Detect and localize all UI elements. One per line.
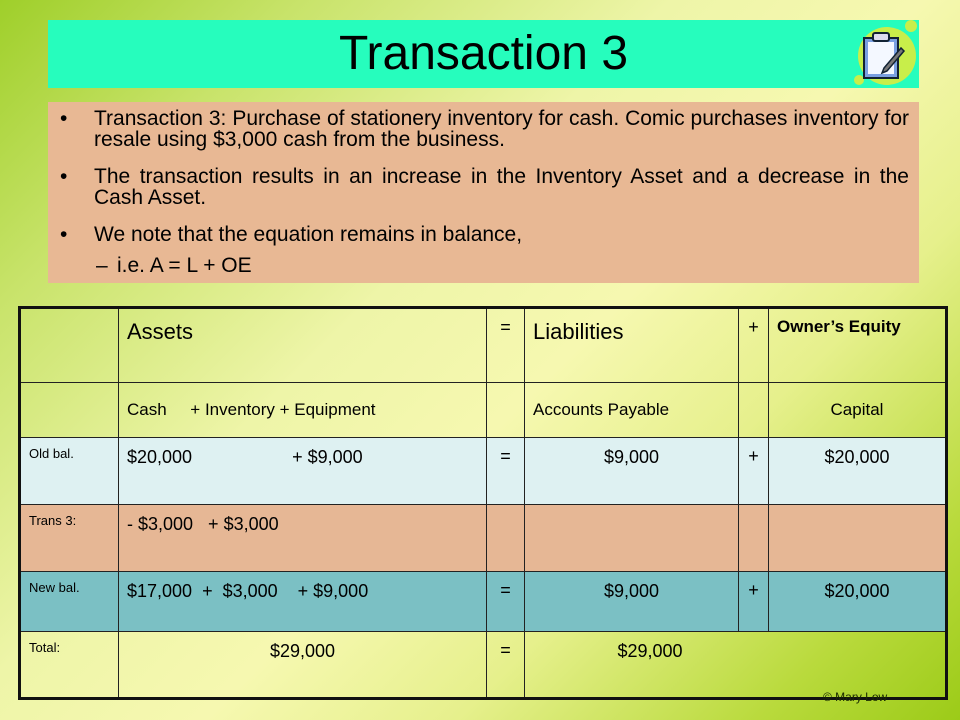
assets-value: $17,000 + $3,000 + $9,000 [118, 571, 487, 632]
equals-sign: = [486, 307, 525, 383]
liabilities-value: $9,000 [524, 571, 739, 632]
bullet-item: Transaction 3: Purchase of stationery in… [60, 108, 909, 150]
bullet-item: We note that the equation remains in bal… [60, 224, 909, 245]
cell [486, 382, 525, 438]
row-label: Trans 3: [19, 504, 119, 572]
table-row: New bal. $17,000 + $3,000 + $9,000 = $9,… [19, 571, 947, 632]
bullet-list: Transaction 3: Purchase of stationery in… [48, 102, 919, 283]
assets-header: Assets [118, 307, 487, 383]
plus-sign: + [738, 307, 769, 383]
title-bar: Transaction 3 [48, 20, 919, 88]
liabilities-value: $9,000 [524, 437, 739, 505]
copyright-notice: © Mary Low [823, 690, 888, 704]
plus-sign [738, 504, 769, 572]
plus-sign: + [738, 437, 769, 505]
liabilities-subheader: Accounts Payable [524, 382, 739, 438]
owners-equity-header: Owner’s Equity [768, 307, 947, 383]
liabilities-header: Liabilities [524, 307, 739, 383]
equals-sign: = [486, 631, 525, 699]
owners-equity-value: $20,000 [768, 437, 947, 505]
row-label: Total: [19, 631, 119, 699]
equals-sign: = [486, 437, 525, 505]
table-row: Old bal. $20,000 + $9,000 = $9,000 + $20… [19, 437, 947, 505]
owners-equity-value [768, 504, 947, 572]
plus-sign: + [738, 571, 769, 632]
cell [738, 382, 769, 438]
row-label: New bal. [19, 571, 119, 632]
accounting-equation-table: Assets = Liabilities + Owner’s Equity Ca… [18, 306, 948, 700]
cell [19, 307, 119, 383]
subheader-row: Cash + Inventory + Equipment Accounts Pa… [19, 382, 947, 438]
slide-title: Transaction 3 [338, 27, 629, 80]
equals-sign [486, 504, 525, 572]
liabilities-equity-total: $29,000 [524, 631, 947, 699]
liabilities-value [524, 504, 739, 572]
total-row: Total: $29,000 = $29,000 [19, 631, 947, 699]
table-row: Trans 3: - $3,000 + $3,000 [19, 504, 947, 572]
sub-bullet-item: i.e. A = L + OE [96, 255, 252, 278]
bullet-item: The transaction results in an increase i… [60, 166, 909, 208]
assets-value: $20,000 + $9,000 [118, 437, 487, 505]
cell [19, 382, 119, 438]
owners-equity-value: $20,000 [768, 571, 947, 632]
owners-equity-subheader: Capital [768, 382, 947, 438]
assets-value: - $3,000 + $3,000 [118, 504, 487, 572]
assets-subheader: Cash + Inventory + Equipment [118, 382, 487, 438]
clipboard-pencil-icon [854, 20, 917, 85]
equals-sign: = [486, 571, 525, 632]
assets-total: $29,000 [118, 631, 487, 699]
header-row: Assets = Liabilities + Owner’s Equity [19, 307, 947, 383]
row-label: Old bal. [19, 437, 119, 505]
